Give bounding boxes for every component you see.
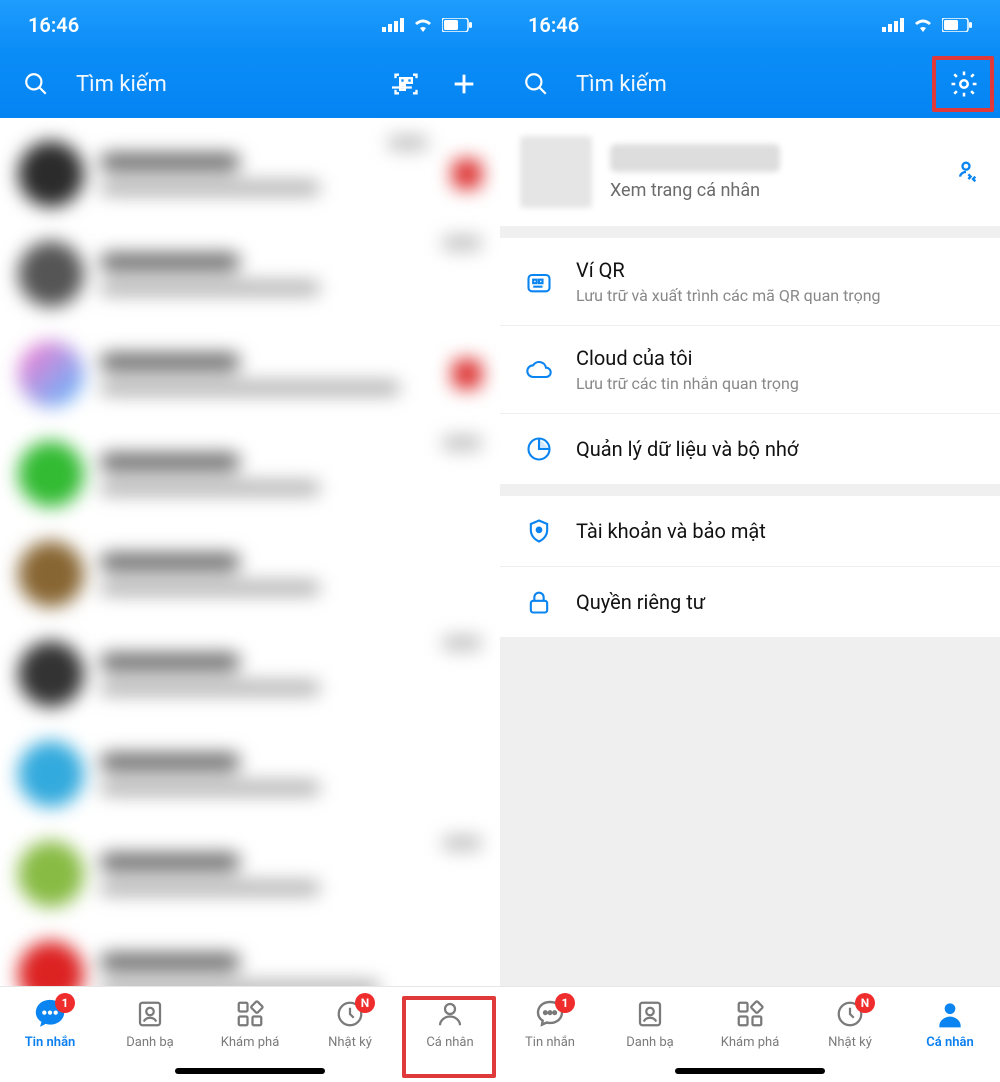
qr-scan-icon[interactable] xyxy=(388,66,424,102)
switch-account-icon[interactable] xyxy=(952,158,980,186)
shield-icon xyxy=(524,516,554,546)
chat-item[interactable] xyxy=(0,524,500,624)
left-phone: 16:46 Tìm kiếm xyxy=(0,0,500,1082)
right-phone: 16:46 Tìm kiếm Xem trang cá nhân xyxy=(500,0,1000,1082)
menu-title: Quản lý dữ liệu và bộ nhớ xyxy=(576,437,798,461)
bottom-nav: 1 Tin nhắn Danh bạ Khám phá N Nhật ký Cá… xyxy=(500,986,1000,1082)
nav-label: Tin nhắn xyxy=(25,1035,76,1050)
menu-security[interactable]: Tài khoản và bảo mật xyxy=(500,496,1000,567)
chat-item[interactable] xyxy=(0,124,500,224)
nav-label: Cá nhân xyxy=(926,1035,973,1050)
wifi-icon xyxy=(412,17,434,33)
nav-profile[interactable]: Cá nhân xyxy=(900,993,1000,1082)
nav-label: Nhật ký xyxy=(828,1035,872,1050)
highlight-settings-icon xyxy=(932,56,994,112)
highlight-profile-tab xyxy=(402,996,496,1078)
menu-desc: Lưu trữ các tin nhắn quan trọng xyxy=(576,374,799,393)
battery-icon xyxy=(942,18,972,32)
cloud-icon xyxy=(524,355,554,385)
nav-label: Danh bạ xyxy=(626,1035,674,1050)
status-indicators xyxy=(882,17,972,33)
menu-title: Tài khoản và bảo mật xyxy=(576,519,766,543)
wifi-icon xyxy=(912,17,934,33)
status-indicators xyxy=(382,17,472,33)
chat-list xyxy=(0,118,500,986)
diary-badge: N xyxy=(855,993,875,1013)
nav-messages[interactable]: 1 Tin nhắn xyxy=(500,993,600,1082)
app-header: Tìm kiếm xyxy=(500,50,1000,118)
app-header: Tìm kiếm xyxy=(0,50,500,118)
menu-cloud[interactable]: Cloud của tôi Lưu trữ các tin nhắn quan … xyxy=(500,326,1000,414)
qr-wallet-icon xyxy=(524,267,554,297)
nav-label: Danh bạ xyxy=(126,1035,174,1050)
menu-desc: Lưu trữ và xuất trình các mã QR quan trọ… xyxy=(576,286,881,305)
home-indicator[interactable] xyxy=(675,1068,825,1074)
search-input[interactable]: Tìm kiếm xyxy=(576,72,924,97)
messages-badge: 1 xyxy=(555,993,575,1013)
diary-badge: N xyxy=(355,993,375,1013)
nav-label: Tin nhắn xyxy=(525,1035,575,1050)
messages-badge: 1 xyxy=(55,993,75,1013)
nav-label: Nhật ký xyxy=(328,1035,372,1050)
profile-header[interactable]: Xem trang cá nhân xyxy=(500,118,1000,226)
menu-privacy[interactable]: Quyền riêng tư xyxy=(500,567,1000,637)
add-icon[interactable] xyxy=(446,66,482,102)
chat-item[interactable] xyxy=(0,624,500,724)
signal-icon xyxy=(382,18,404,32)
status-time: 16:46 xyxy=(528,13,579,37)
lock-icon xyxy=(524,587,554,617)
profile-panel: Xem trang cá nhân Ví QR Lưu trữ và xuất … xyxy=(500,118,1000,986)
menu-storage[interactable]: Quản lý dữ liệu và bộ nhớ xyxy=(500,414,1000,484)
status-bar: 16:46 xyxy=(0,0,500,50)
menu-title: Ví QR xyxy=(576,258,881,282)
search-icon[interactable] xyxy=(518,66,554,102)
empty-space xyxy=(500,637,1000,986)
chat-item[interactable] xyxy=(0,324,500,424)
profile-name xyxy=(610,144,780,172)
menu-title: Quyền riêng tư xyxy=(576,590,705,614)
chat-item[interactable] xyxy=(0,224,500,324)
chat-item[interactable] xyxy=(0,424,500,524)
home-indicator[interactable] xyxy=(175,1068,325,1074)
signal-icon xyxy=(882,18,904,32)
status-time: 16:46 xyxy=(28,13,79,37)
status-bar: 16:46 xyxy=(500,0,1000,50)
divider xyxy=(500,226,1000,238)
menu-title: Cloud của tôi xyxy=(576,346,799,370)
nav-label: Khám phá xyxy=(221,1035,280,1050)
battery-icon xyxy=(442,18,472,32)
profile-avatar xyxy=(520,136,592,208)
view-profile-link[interactable]: Xem trang cá nhân xyxy=(610,180,780,201)
nav-label: Khám phá xyxy=(721,1035,780,1050)
nav-messages[interactable]: 1 Tin nhắn xyxy=(0,993,100,1082)
search-input[interactable]: Tìm kiếm xyxy=(76,72,366,97)
chat-item[interactable] xyxy=(0,824,500,924)
divider xyxy=(500,484,1000,496)
pie-chart-icon xyxy=(524,434,554,464)
search-icon[interactable] xyxy=(18,66,54,102)
chat-item[interactable] xyxy=(0,924,500,986)
chat-item[interactable] xyxy=(0,724,500,824)
menu-qr-wallet[interactable]: Ví QR Lưu trữ và xuất trình các mã QR qu… xyxy=(500,238,1000,326)
